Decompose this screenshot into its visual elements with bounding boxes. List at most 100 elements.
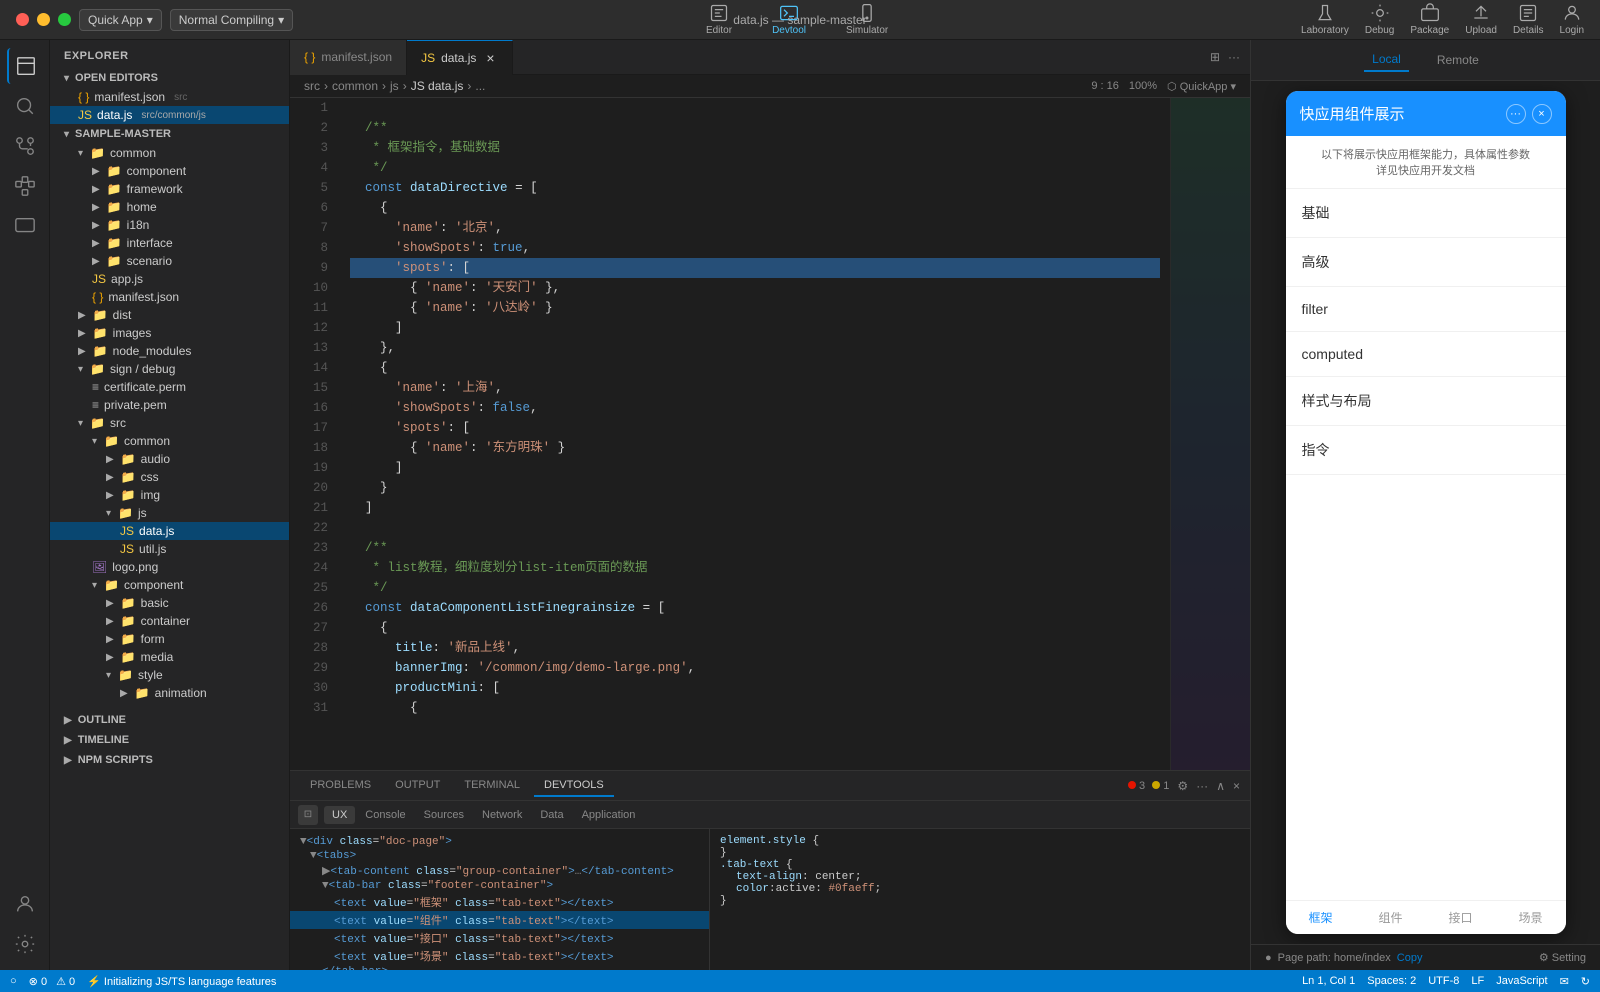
login-button[interactable]: Login bbox=[1560, 3, 1584, 36]
folder-sign-debug[interactable]: ▾ 📁 sign / debug bbox=[50, 360, 289, 378]
nav-interface[interactable]: 接口 bbox=[1426, 901, 1496, 934]
gear-icon[interactable]: ⚙ bbox=[1177, 779, 1188, 793]
close-button[interactable] bbox=[16, 13, 29, 26]
more-icon[interactable]: ··· bbox=[1196, 779, 1208, 793]
html-line[interactable]: ▼<div class="doc-page"> bbox=[290, 835, 709, 849]
tab-output[interactable]: OUTPUT bbox=[385, 775, 450, 797]
setting-button[interactable]: ⚙ Setting bbox=[1539, 951, 1586, 964]
folder-home[interactable]: ▶ 📁 home bbox=[50, 198, 289, 216]
subtab-network[interactable]: Network bbox=[474, 806, 530, 824]
folder-media[interactable]: ▶ 📁 media bbox=[50, 648, 289, 666]
subtab-console[interactable]: Console bbox=[357, 806, 413, 824]
folder-js[interactable]: ▾ 📁 js bbox=[50, 504, 289, 522]
menu-item-directive[interactable]: 指令 bbox=[1286, 426, 1566, 475]
folder-dist[interactable]: ▶ 📁 dist bbox=[50, 306, 289, 324]
subtab-ux[interactable]: UX bbox=[324, 806, 355, 824]
folder-images[interactable]: ▶ 📁 images bbox=[50, 324, 289, 342]
search-icon[interactable] bbox=[7, 88, 43, 124]
file-private-pem[interactable]: ≡ private.pem bbox=[50, 396, 289, 414]
html-line[interactable]: <text value="场景" class="tab-text"></text… bbox=[290, 947, 709, 965]
menu-item-computed[interactable]: computed bbox=[1286, 332, 1566, 377]
folder-style[interactable]: ▾ 📁 style bbox=[50, 666, 289, 684]
folder-src-common[interactable]: ▾ 📁 common bbox=[50, 432, 289, 450]
menu-item-filter[interactable]: filter bbox=[1286, 287, 1566, 332]
menu-item-advanced[interactable]: 高级 bbox=[1286, 238, 1566, 287]
folder-img[interactable]: ▶ 📁 img bbox=[50, 486, 289, 504]
build-mode-dropdown[interactable]: Normal Compiling ▾ bbox=[170, 9, 293, 31]
folder-i18n[interactable]: ▶ 📁 i18n bbox=[50, 216, 289, 234]
tab-datajs[interactable]: JS data.js × bbox=[407, 40, 513, 75]
npm-scripts-section[interactable]: ▶ NPM SCRIPTS bbox=[50, 750, 289, 770]
project-section[interactable]: ▾ SAMPLE-MASTER bbox=[50, 124, 289, 144]
file-manifest-json[interactable]: { } manifest.json bbox=[50, 288, 289, 306]
html-line[interactable]: ▼<tab-bar class="footer-container"> bbox=[290, 879, 709, 893]
folder-basic[interactable]: ▶ 📁 basic bbox=[50, 594, 289, 612]
folder-audio[interactable]: ▶ 📁 audio bbox=[50, 450, 289, 468]
minimize-button[interactable] bbox=[37, 13, 50, 26]
subtab-data[interactable]: Data bbox=[532, 806, 571, 824]
folder-component[interactable]: ▶ 📁 component bbox=[50, 162, 289, 180]
language-mode[interactable]: JavaScript bbox=[1496, 975, 1547, 988]
menu-item-style[interactable]: 样式与布局 bbox=[1286, 377, 1566, 426]
cursor-position[interactable]: Ln 1, Col 1 bbox=[1302, 975, 1355, 988]
remote-tab[interactable]: Remote bbox=[1429, 49, 1487, 71]
menu-item-basic[interactable]: 基础 bbox=[1286, 189, 1566, 238]
folder-src-component[interactable]: ▾ 📁 component bbox=[50, 576, 289, 594]
html-line[interactable]: <text value="接口" class="tab-text"></text… bbox=[290, 929, 709, 947]
folder-css[interactable]: ▶ 📁 css bbox=[50, 468, 289, 486]
remote-icon[interactable] bbox=[7, 208, 43, 244]
close-tab-icon[interactable]: × bbox=[482, 50, 498, 66]
file-utiljs[interactable]: JS util.js bbox=[50, 540, 289, 558]
tab-manifest-json[interactable]: { } manifest.json bbox=[290, 40, 407, 75]
upload-button[interactable]: Upload bbox=[1465, 3, 1497, 36]
tab-terminal[interactable]: TERMINAL bbox=[454, 775, 530, 797]
open-file-manifest[interactable]: { } manifest.json src bbox=[50, 88, 289, 106]
folder-interface[interactable]: ▶ 📁 interface bbox=[50, 234, 289, 252]
nav-component[interactable]: 组件 bbox=[1356, 901, 1426, 934]
html-line[interactable]: ▶<tab-content class="group-container">…<… bbox=[290, 863, 709, 879]
file-logo-png[interactable]: 🖼 logo.png bbox=[50, 558, 289, 576]
html-line-selected[interactable]: <text value="组件" class="tab-text"></text… bbox=[290, 911, 709, 929]
explorer-icon[interactable] bbox=[7, 48, 43, 84]
open-editors-section[interactable]: ▾ OPEN EDITORS bbox=[50, 68, 289, 88]
header-close-icon[interactable]: × bbox=[1532, 104, 1552, 124]
subtab-sources[interactable]: Sources bbox=[416, 806, 472, 824]
more-actions-icon[interactable]: ··· bbox=[1228, 50, 1240, 64]
nav-scenario[interactable]: 场景 bbox=[1496, 901, 1566, 934]
package-button[interactable]: Package bbox=[1410, 3, 1449, 36]
folder-container[interactable]: ▶ 📁 container bbox=[50, 612, 289, 630]
file-appjs[interactable]: JS app.js bbox=[50, 270, 289, 288]
extensions-icon[interactable] bbox=[7, 168, 43, 204]
folder-common[interactable]: ▾ 📁 common bbox=[50, 144, 289, 162]
folder-form[interactable]: ▶ 📁 form bbox=[50, 630, 289, 648]
code-editor[interactable]: 12345 678910 1112131415 1617181920 21222… bbox=[290, 98, 1170, 770]
folder-animation[interactable]: ▶ 📁 animation bbox=[50, 684, 289, 702]
eol[interactable]: LF bbox=[1471, 975, 1484, 988]
source-control-icon[interactable] bbox=[7, 128, 43, 164]
subtab-application[interactable]: Application bbox=[574, 806, 644, 824]
local-tab[interactable]: Local bbox=[1364, 48, 1409, 72]
folder-node-modules[interactable]: ▶ 📁 node_modules bbox=[50, 342, 289, 360]
open-file-datajs[interactable]: JS data.js src/common/js bbox=[50, 106, 289, 124]
devtools-toggle[interactable]: ⊡ bbox=[298, 805, 318, 825]
html-line[interactable]: </tab-bar> bbox=[290, 965, 709, 970]
tab-problems[interactable]: PROBLEMS bbox=[300, 775, 381, 797]
timeline-section[interactable]: ▶ TIMELINE bbox=[50, 730, 289, 750]
outline-section[interactable]: ▶ OUTLINE bbox=[50, 710, 289, 730]
tab-devtools[interactable]: DEVTOOLS bbox=[534, 775, 614, 797]
copy-link[interactable]: Copy bbox=[1397, 952, 1423, 964]
folder-src[interactable]: ▾ 📁 src bbox=[50, 414, 289, 432]
quick-app-dropdown[interactable]: Quick App ▾ bbox=[79, 9, 162, 31]
html-line[interactable]: <text value="框架" class="tab-text"></text… bbox=[290, 893, 709, 911]
debug-button[interactable]: Debug bbox=[1365, 3, 1394, 36]
spaces-setting[interactable]: Spaces: 2 bbox=[1367, 975, 1416, 988]
split-editor-icon[interactable]: ⊞ bbox=[1210, 50, 1220, 64]
folder-framework[interactable]: ▶ 📁 framework bbox=[50, 180, 289, 198]
folder-scenario[interactable]: ▶ 📁 scenario bbox=[50, 252, 289, 270]
nav-framework[interactable]: 框架 bbox=[1286, 901, 1356, 934]
maximize-button[interactable] bbox=[58, 13, 71, 26]
file-datajs-tree[interactable]: JS data.js bbox=[50, 522, 289, 540]
accounts-icon[interactable] bbox=[7, 886, 43, 922]
collapse-panel-icon[interactable]: ∧ bbox=[1216, 779, 1225, 793]
encoding[interactable]: UTF-8 bbox=[1428, 975, 1459, 988]
